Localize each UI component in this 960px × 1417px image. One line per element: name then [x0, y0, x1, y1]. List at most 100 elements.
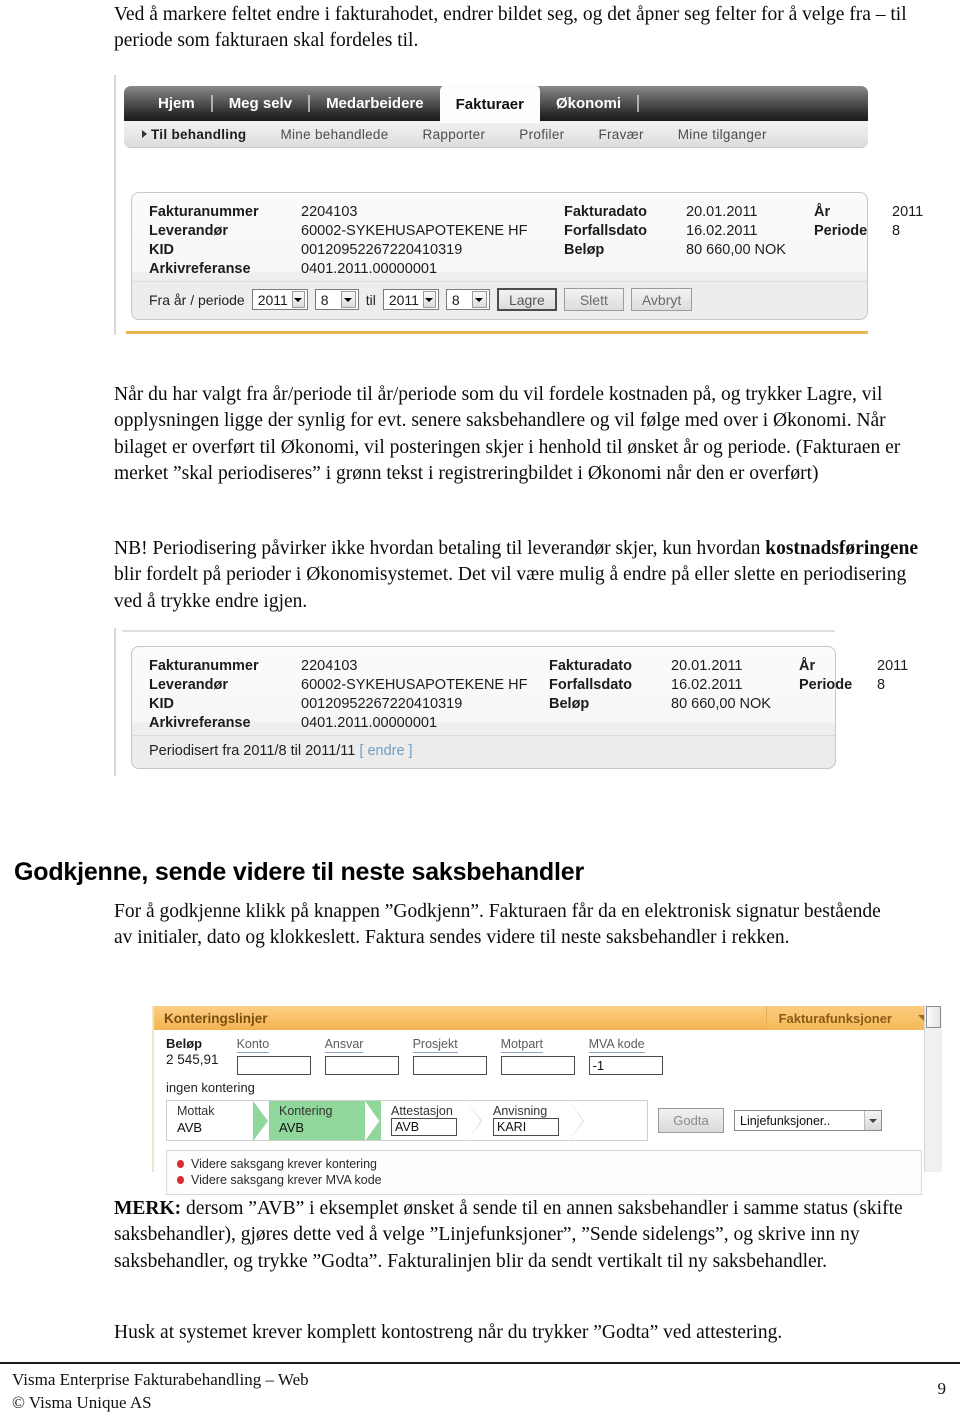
scrollbar-thumb[interactable] — [926, 1006, 941, 1028]
from-period-dropdown[interactable]: 8 — [314, 289, 359, 310]
from-period-value: 8 — [320, 291, 329, 308]
arkivreferanse-value: 0401.2011.00000001 — [301, 715, 438, 731]
lagre-button[interactable]: Lagre — [496, 288, 557, 311]
workflow-row: Mottak AVB Kontering AVB Attestasjon AVB — [166, 1100, 942, 1141]
workflow-arrow-icon — [365, 1101, 381, 1141]
subnav-profiler[interactable]: Profiler — [502, 127, 581, 142]
subnav-rapporter[interactable]: Rapporter — [406, 127, 503, 142]
endre-link[interactable]: [ endre ] — [359, 743, 412, 759]
linjefunksjoner-select[interactable]: Linjefunksjoner.. — [734, 1110, 882, 1131]
leverandor-value: 60002-SYKEHUSAPOTEKENE HF — [301, 677, 528, 693]
ansvar-column: Ansvar — [324, 1036, 399, 1075]
forfallsdato-label: Forfallsdato — [564, 223, 647, 239]
mottak-label: Mottak — [177, 1104, 215, 1118]
subnav-til-behandling[interactable]: Til behandling — [138, 127, 263, 142]
validation-message-row: Videre saksgang krever kontering — [177, 1156, 921, 1172]
tab-separator — [637, 95, 639, 112]
nb-bold-term: kostnadsføringene — [765, 538, 918, 559]
arkivreferanse-label: Arkivreferanse — [149, 715, 251, 731]
godta-button[interactable]: Godta — [658, 1108, 724, 1133]
tab-hjem[interactable]: Hjem — [142, 86, 211, 121]
ansvar-input[interactable] — [324, 1056, 399, 1075]
nb-prefix: NB! Periodisering påvirker ikke hvordan … — [114, 538, 766, 559]
leverandor-value: 60002-SYKEHUSAPOTEKENE HF — [301, 223, 528, 239]
chevron-down-icon — [291, 291, 305, 308]
arrow-right-icon — [142, 129, 147, 138]
kid-label: KID — [149, 242, 174, 258]
attestasjon-input[interactable]: AVB — [391, 1118, 457, 1136]
tab-fakturaer[interactable]: Fakturaer — [439, 84, 540, 123]
kid-label: KID — [149, 696, 174, 712]
invoice-header-card-2: Fakturanummer 2204103 Fakturadato 20.01.… — [131, 646, 908, 772]
slett-button[interactable]: Slett — [563, 288, 624, 311]
ingen-kontering-text: ingen kontering — [166, 1080, 255, 1095]
mottak-value: AVB — [177, 1120, 203, 1135]
from-year-dropdown[interactable]: 2011 — [251, 289, 308, 310]
konteringslinjer-title-bar: Konteringslinjer Fakturafunksjoner — [154, 1006, 942, 1030]
workflow-step-kontering[interactable]: Kontering AVB — [269, 1101, 365, 1140]
mva-kode-input[interactable]: -1 — [588, 1056, 663, 1075]
screenshot2-top-rule — [122, 630, 835, 632]
kid-value: 00120952267220410319 — [301, 696, 463, 712]
subnav-fravaer[interactable]: Fravær — [581, 127, 660, 142]
validation-message-text: Videre saksgang krever MVA kode — [191, 1173, 382, 1187]
app-navigation: Hjem Meg selv Medarbeidere Fakturaer Øko… — [124, 84, 868, 148]
kontering-fields-row: Beløp 2 545,91 Konto Ansvar Prosjekt Mot… — [166, 1036, 942, 1075]
error-bullet-icon — [177, 1160, 184, 1168]
to-year-dropdown[interactable]: 2011 — [382, 289, 439, 310]
workflow-arrow-icon — [569, 1101, 585, 1141]
subnav-mine-tilganger[interactable]: Mine tilganger — [661, 127, 784, 142]
motpart-input[interactable] — [500, 1056, 575, 1075]
prosjekt-column: Prosjekt — [412, 1036, 487, 1075]
fakturafunksjoner-dropdown[interactable]: Fakturafunksjoner — [765, 1006, 942, 1030]
periode-value: 8 — [877, 677, 886, 693]
leverandor-label: Leverandør — [149, 223, 228, 239]
invoice-header-grid-2: Fakturanummer 2204103 Fakturadato 20.01.… — [132, 647, 908, 735]
periodisert-row: Periodisert fra 2011/8 til 2011/11 [ end… — [132, 735, 835, 768]
kontering-label: Kontering — [279, 1104, 333, 1118]
belop-value: 2 545,91 — [166, 1052, 219, 1067]
anvisning-input[interactable]: KARI — [493, 1118, 559, 1136]
subnav-mine-behandlede[interactable]: Mine behandlede — [263, 127, 405, 142]
leverandor-label: Leverandør — [149, 677, 228, 693]
tab-separator — [308, 95, 311, 112]
screenshot1-left-rule — [114, 75, 116, 335]
fakturadato-label: Fakturadato — [564, 204, 647, 220]
linjefunksjoner-value: Linjefunksjoner.. — [740, 1113, 831, 1128]
motpart-header: Motpart — [500, 1037, 543, 1053]
to-year-value: 2011 — [388, 291, 419, 308]
konto-input[interactable] — [236, 1056, 311, 1075]
tab-medarbeidere[interactable]: Medarbeidere — [310, 86, 440, 121]
kid-value: 00120952267220410319 — [301, 242, 463, 258]
prosjekt-input[interactable] — [412, 1056, 487, 1075]
belop-label: Beløp — [166, 1036, 203, 1051]
footer-divider — [0, 1362, 960, 1364]
paragraph-nb-note: NB! Periodisering påvirker ikke hvordan … — [114, 536, 924, 615]
tab-meg-selv[interactable]: Meg selv — [213, 86, 308, 121]
fakturanummer-value: 2204103 — [301, 204, 358, 220]
to-period-dropdown[interactable]: 8 — [445, 289, 490, 310]
prosjekt-header: Prosjekt — [412, 1037, 458, 1053]
chevron-down-icon — [340, 291, 356, 308]
mva-kode-header: MVA kode — [588, 1037, 645, 1053]
screenshot-invoice-period-editor: Hjem Meg selv Medarbeidere Fakturaer Øko… — [0, 0, 960, 360]
workflow-step-anvisning: Anvisning KARI — [483, 1101, 569, 1140]
footer-line-1: Visma Enterprise Fakturabehandling – Web — [12, 1370, 309, 1389]
tab-okonomi[interactable]: Økonomi — [540, 86, 637, 121]
konteringslinjer-title: Konteringslinjer — [164, 1010, 268, 1026]
ar-value: 2011 — [877, 658, 909, 674]
forfallsdato-value: 16.02.2011 — [671, 677, 743, 693]
belop-label: Beløp — [564, 242, 605, 258]
panel-scrollbar[interactable] — [924, 1006, 942, 1172]
fakturadato-value: 20.01.2011 — [671, 658, 743, 674]
avbryt-button[interactable]: Avbryt — [630, 288, 693, 311]
workflow-steps: Mottak AVB Kontering AVB Attestasjon AVB — [166, 1100, 648, 1141]
fakturafunksjoner-label: Fakturafunksjoner — [778, 1010, 892, 1026]
